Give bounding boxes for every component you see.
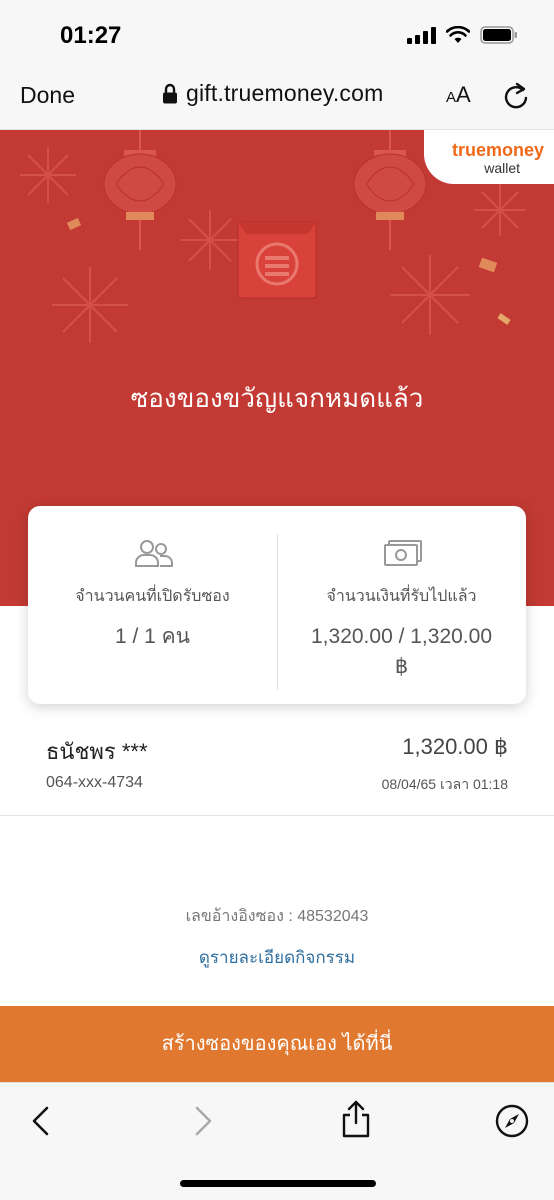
home-indicator bbox=[180, 1180, 376, 1187]
page-title: ซองของขวัญแจกหมดแล้ว bbox=[130, 383, 424, 413]
amount-label: จำนวนเงินที่รับไปแล้ว bbox=[326, 588, 477, 605]
recipient-time: 08/04/65 เวลา 01:18 bbox=[381, 776, 508, 792]
url-text: gift.truemoney.com bbox=[186, 80, 384, 106]
signal-icon bbox=[407, 26, 436, 44]
wifi-icon bbox=[446, 26, 470, 43]
activity-details-link[interactable]: ดูรายละเอียดกิจกรรม bbox=[0, 944, 554, 971]
share-icon[interactable] bbox=[338, 1099, 374, 1139]
recipient-row: ธนัชพร *** 064-xxx-4734 1,320.00 ฿ 08/04… bbox=[0, 716, 554, 816]
reload-icon[interactable] bbox=[502, 81, 530, 111]
done-button[interactable]: Done bbox=[20, 82, 75, 109]
people-icon bbox=[135, 540, 173, 567]
status-bar: 01:27 bbox=[0, 0, 554, 70]
recipient-amount: 1,320.00 ฿ bbox=[402, 734, 508, 759]
recipient-phone: 064-xxx-4734 bbox=[46, 774, 143, 791]
amount-value: 1,320.00 / 1,320.00 ฿ bbox=[277, 622, 526, 682]
status-icons bbox=[407, 26, 518, 44]
compass-icon[interactable] bbox=[494, 1103, 530, 1139]
truemoney-logo: truemoney wallet bbox=[424, 130, 554, 184]
amount-value-line2: ฿ bbox=[394, 655, 409, 678]
red-envelope-icon bbox=[237, 221, 317, 299]
battery-icon bbox=[480, 26, 517, 44]
people-stat: จำนวนคนที่เปิดรับซอง 1 / 1 คน bbox=[28, 506, 277, 704]
browser-address-bar: Done gift.truemoney.com AA bbox=[0, 70, 554, 130]
recipient-name: ธนัชพร *** bbox=[46, 739, 148, 764]
banknote-icon bbox=[384, 540, 422, 566]
amount-stat: จำนวนเงินที่รับไปแล้ว 1,320.00 / 1,320.0… bbox=[277, 506, 526, 704]
text-size-button[interactable]: AA bbox=[446, 82, 471, 108]
stats-card: จำนวนคนที่เปิดรับซอง 1 / 1 คน จำนวนเงินท… bbox=[28, 506, 526, 704]
people-value: 1 / 1 คน bbox=[114, 625, 191, 648]
status-time: 01:27 bbox=[60, 22, 122, 49]
reference-number: เลขอ้างอิงซอง : 48532043 bbox=[185, 908, 369, 925]
lock-icon bbox=[163, 83, 177, 103]
brand-name: truemoney bbox=[451, 140, 544, 160]
lantern-right bbox=[353, 130, 427, 250]
amount-value-line1: 1,320.00 / 1,320.00 bbox=[311, 625, 492, 648]
forward-icon[interactable] bbox=[184, 1103, 220, 1139]
create-envelope-button[interactable]: สร้างซองของคุณเอง ได้ที่นี่ bbox=[0, 1006, 554, 1082]
brand-sub: wallet bbox=[484, 160, 520, 176]
back-icon[interactable] bbox=[24, 1103, 60, 1139]
url-field[interactable]: gift.truemoney.com bbox=[162, 80, 383, 107]
lantern-left bbox=[103, 130, 177, 250]
people-label: จำนวนคนที่เปิดรับซอง bbox=[75, 588, 230, 605]
